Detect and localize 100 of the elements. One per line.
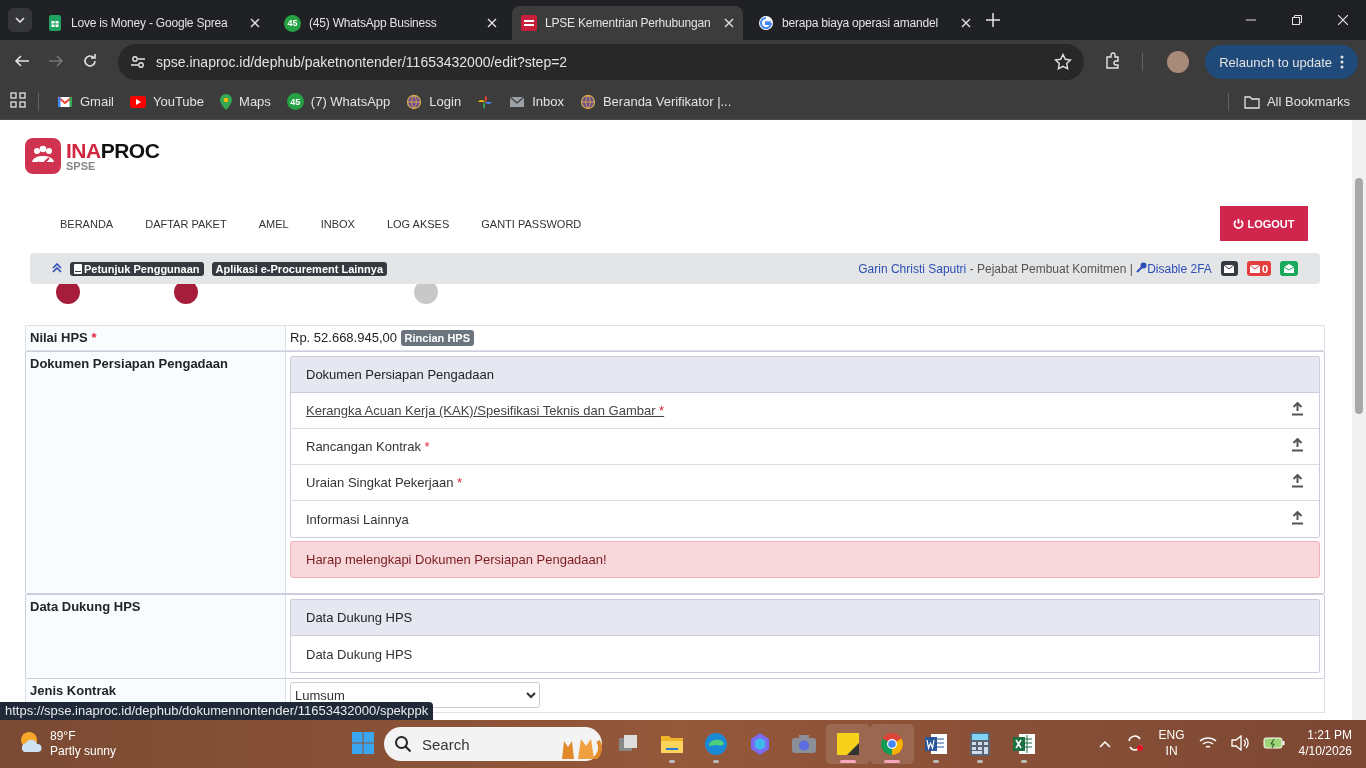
- profile-avatar[interactable]: [1167, 51, 1190, 73]
- document-link[interactable]: Data Dukung HPS: [306, 646, 1304, 662]
- restore-icon: [1292, 15, 1302, 25]
- nav-link[interactable]: INBOX: [304, 217, 371, 230]
- field-label: Nilai HPS *: [30, 330, 97, 345]
- book-icon: [74, 263, 82, 274]
- star-icon: [1054, 53, 1073, 71]
- user-guide-link[interactable]: Petunjuk Penggunaan: [70, 261, 204, 276]
- search-icon: [394, 735, 412, 753]
- wifi-icon: [1198, 735, 1217, 750]
- taskbar-search[interactable]: Search: [384, 727, 602, 761]
- relaunch-button[interactable]: Relaunch to update: [1205, 45, 1358, 79]
- panel-header: Data Dukung HPS: [291, 600, 1319, 636]
- nav-link[interactable]: DAFTAR PAKET: [129, 217, 243, 230]
- site-settings-icon: [130, 54, 146, 70]
- field-label: Data Dukung HPS: [30, 599, 141, 614]
- new-tab-button[interactable]: [986, 13, 1000, 30]
- spreadsheet-icon: [47, 15, 63, 31]
- eprocurement-apps-link[interactable]: Aplikasi e-Procurement Lainnya: [211, 261, 387, 276]
- calculator-icon: [970, 732, 990, 756]
- all-bookmarks-button[interactable]: All Bookmarks: [1213, 88, 1356, 115]
- bookmark[interactable]: Gmail: [51, 90, 120, 113]
- speaker-icon: [1230, 734, 1249, 751]
- reload-icon: [82, 52, 98, 69]
- panel-header: Dokumen Persiapan Pengadaan: [291, 357, 1319, 393]
- word-icon: [924, 733, 948, 755]
- bookmark[interactable]: Maps: [214, 89, 277, 114]
- warning-alert: Harap melengkapi Dokumen Persiapan Pengadaan!: [290, 541, 1320, 578]
- mail-icon: [57, 95, 73, 108]
- site-logo-icon: [521, 15, 537, 31]
- pinwheel-icon: [477, 93, 494, 110]
- taskbar-app[interactable]: [826, 724, 870, 764]
- browser-tab[interactable]: LPSE Kementrian Perhubungan: [512, 6, 743, 40]
- bookmark[interactable]: 45 (7) WhatsApp: [280, 89, 397, 114]
- inaproc-logo-icon: [25, 138, 61, 174]
- open-mail-button[interactable]: [1280, 261, 1298, 276]
- camera-icon: [791, 734, 817, 754]
- nav-link[interactable]: GANTI PASSWORD: [465, 217, 598, 230]
- close-icon: [961, 18, 971, 28]
- bookmark[interactable]: YouTube: [123, 90, 211, 113]
- volume-icon[interactable]: [1230, 734, 1249, 754]
- field-label: Jenis Kontrak: [30, 683, 116, 698]
- map-pin-icon: [220, 93, 233, 110]
- weather-condition: Partly sunny: [50, 744, 117, 759]
- forward-arrow-icon: [48, 52, 64, 69]
- play-icon: [129, 95, 146, 108]
- upload-icon: [1291, 438, 1304, 452]
- browser-tab[interactable]: berapa biaya operasi amandel: [749, 6, 980, 40]
- upload-button[interactable]: [1291, 510, 1304, 528]
- folder-icon: [660, 733, 684, 755]
- envelope-icon: [1224, 264, 1235, 273]
- user-name-link[interactable]: Garin Christi Saputri: [858, 261, 967, 276]
- scrollbar[interactable]: [1352, 120, 1366, 720]
- upload-button[interactable]: [1291, 474, 1304, 491]
- bookmark[interactable]: Inbox: [503, 90, 570, 113]
- upload-button[interactable]: [1291, 402, 1304, 419]
- document-link[interactable]: Informasi Lainnya: [306, 511, 1291, 527]
- document-link[interactable]: Kerangka Acuan Kerja (KAK)/Spesifikasi Teknis dan Gambar *: [306, 403, 1291, 418]
- chevron-down-icon: [15, 17, 25, 23]
- link-url-tooltip: https://spse.inaproc.id/dephub/dokumennontender/11653432000/spekppk: [0, 702, 434, 720]
- chat-badge-icon: 45: [284, 14, 301, 32]
- more-icon: [1340, 55, 1344, 69]
- clock[interactable]: 1:21 PM 4/10/2026: [1298, 728, 1352, 760]
- globe-icon: [579, 93, 596, 110]
- disable-2fa-link[interactable]: Disable 2FA: [1136, 261, 1212, 276]
- address-bar[interactable]: spse.inaproc.id/dephub/paketnontender/11653432000/edit?step=2: [118, 44, 1085, 80]
- chat-badge-icon: 45: [286, 93, 304, 110]
- inbox-button[interactable]: [1220, 261, 1238, 276]
- plus-icon: [986, 13, 1000, 27]
- nav-link[interactable]: BERANDA: [44, 217, 130, 230]
- unread-mail-button[interactable]: 0: [1246, 261, 1271, 276]
- logout-button[interactable]: LOGOUT: [1220, 206, 1308, 241]
- nav-link[interactable]: AMEL: [242, 217, 305, 230]
- apps-button[interactable]: [10, 92, 26, 111]
- envelope-icon: [509, 95, 526, 108]
- field-label: Dokumen Persiapan Pengadaan: [30, 356, 228, 371]
- bookmark[interactable]: Login: [400, 89, 468, 114]
- close-icon: [1338, 15, 1348, 25]
- upload-icon: [1291, 510, 1304, 525]
- tab-search-button[interactable]: [8, 8, 32, 32]
- hps-detail-button[interactable]: Rincian HPS: [400, 330, 474, 346]
- bookmark[interactable]: Beranda Verifikator |...: [573, 89, 738, 114]
- nav-link[interactable]: LOG AKSES: [370, 217, 466, 230]
- browser-tab[interactable]: Love is Money - Google Sprea: [38, 6, 269, 40]
- back-arrow-icon: [14, 52, 30, 69]
- close-icon: [724, 18, 734, 28]
- language-indicator[interactable]: ENG IN: [1158, 728, 1185, 760]
- amount-value: Rp. 52.668.945,00: [290, 330, 397, 345]
- close-icon: [487, 18, 497, 28]
- copilot-icon: [748, 732, 772, 756]
- browser-tab[interactable]: 45 (45) WhatsApp Business: [275, 6, 506, 40]
- upload-button[interactable]: [1291, 438, 1304, 455]
- document-link[interactable]: Rancangan Kontrak *: [306, 439, 1291, 454]
- sticky-note-icon: [837, 733, 859, 755]
- windows-icon: [352, 731, 374, 754]
- upload-icon: [1291, 402, 1304, 416]
- power-icon: [1233, 218, 1245, 229]
- document-link[interactable]: Uraian Singkat Pekerjaan *: [306, 475, 1291, 490]
- brand-name: INAPROC SPSE: [66, 140, 160, 172]
- spreadsheet-icon: [1012, 733, 1036, 755]
